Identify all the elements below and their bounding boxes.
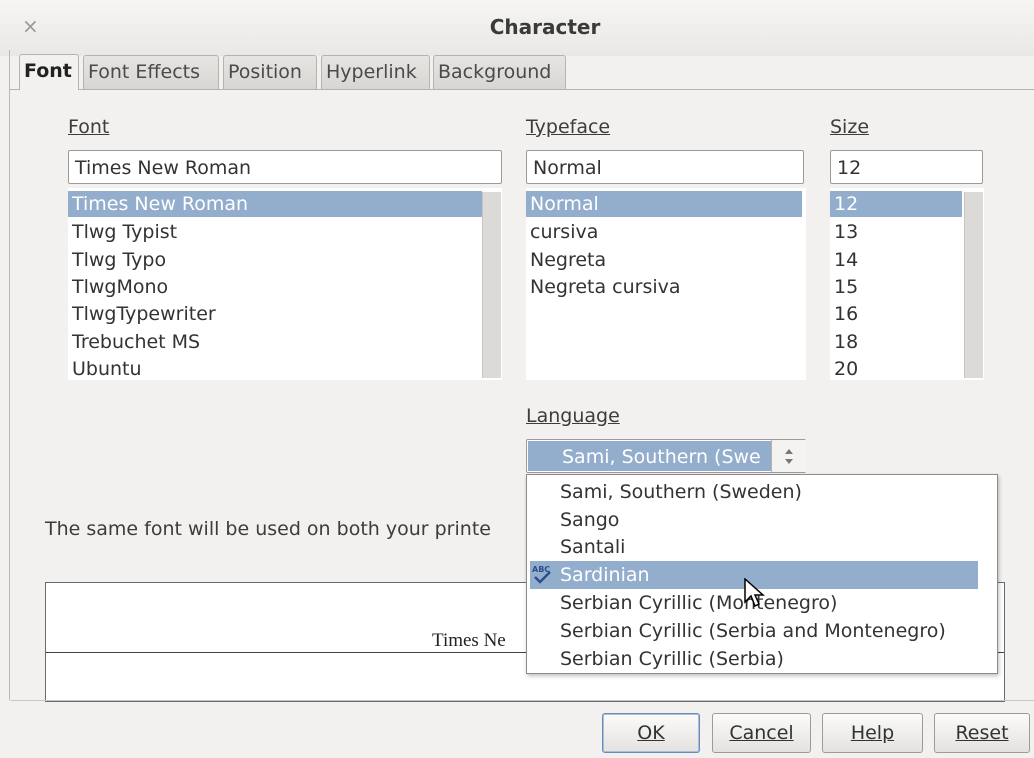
size-list[interactable]: 12 13 14 15 16 18 20 bbox=[830, 188, 984, 380]
language-option-selected[interactable]: Sardinian bbox=[560, 562, 650, 588]
typeface-input[interactable]: Normal bbox=[526, 150, 804, 184]
font-list-item[interactable]: Times New Roman bbox=[68, 191, 482, 217]
size-list-item[interactable]: 15 bbox=[830, 274, 858, 300]
tab-hyperlink[interactable]: Hyperlink bbox=[321, 55, 430, 89]
spin-arrows-icon bbox=[785, 449, 793, 464]
dialog-border bbox=[9, 50, 10, 700]
tab-font[interactable]: Font bbox=[19, 54, 79, 90]
preview-text: Times Ne bbox=[432, 630, 506, 651]
typeface-list-item[interactable]: Negreta cursiva bbox=[526, 274, 681, 300]
tab-background[interactable]: Background bbox=[433, 55, 566, 89]
font-list-item[interactable]: TlwgTypewriter bbox=[68, 301, 216, 327]
language-option[interactable]: Santali bbox=[560, 534, 625, 560]
language-option[interactable]: Serbian Cyrillic (Serbia and Montenegro) bbox=[560, 618, 946, 644]
help-button[interactable]: Help bbox=[822, 713, 923, 753]
size-list-item[interactable]: 13 bbox=[830, 219, 858, 245]
cancel-button[interactable]: Cancel bbox=[712, 713, 811, 753]
svg-text:ABC: ABC bbox=[532, 565, 550, 574]
size-list-scrollbar[interactable] bbox=[964, 192, 983, 378]
font-list-item[interactable]: Trebuchet MS bbox=[68, 329, 200, 355]
language-option[interactable]: Sami, Southern (Sweden) bbox=[560, 479, 802, 505]
font-info-text: The same font will be used on both your … bbox=[45, 518, 491, 540]
font-list-item[interactable]: Ubuntu bbox=[68, 356, 142, 382]
size-list-item[interactable]: 12 bbox=[830, 191, 962, 217]
font-list-item[interactable]: Tlwg Typo bbox=[68, 247, 166, 273]
font-list-item[interactable]: Tlwg Typist bbox=[68, 219, 177, 245]
size-list-item[interactable]: 20 bbox=[830, 356, 858, 382]
font-label: Font bbox=[68, 116, 110, 138]
typeface-label: Typeface bbox=[526, 116, 611, 138]
language-option[interactable]: Sango bbox=[560, 507, 619, 533]
size-list-item[interactable]: 16 bbox=[830, 301, 858, 327]
font-list[interactable]: Times New Roman Tlwg Typist Tlwg Typo Tl… bbox=[68, 188, 502, 380]
spellcheck-icon: ABC bbox=[531, 563, 553, 585]
button-separator bbox=[10, 700, 1034, 701]
size-input[interactable]: 12 bbox=[830, 150, 983, 184]
typeface-list-item[interactable]: Normal bbox=[526, 191, 802, 217]
language-label: Language bbox=[526, 405, 620, 427]
typeface-list[interactable]: Normal cursiva Negreta Negreta cursiva bbox=[526, 188, 806, 380]
typeface-list-item[interactable]: cursiva bbox=[526, 219, 598, 245]
font-name-input[interactable]: Times New Roman bbox=[68, 150, 502, 184]
language-option[interactable]: Serbian Cyrillic (Serbia) bbox=[560, 646, 784, 672]
language-option[interactable]: Serbian Cyrillic (Montenegro) bbox=[560, 590, 837, 616]
tab-font-effects[interactable]: Font Effects bbox=[83, 55, 219, 89]
typeface-list-item[interactable]: Negreta bbox=[526, 247, 606, 273]
font-list-scrollbar[interactable] bbox=[482, 192, 501, 378]
tab-position[interactable]: Position bbox=[223, 55, 317, 89]
size-list-item[interactable]: 18 bbox=[830, 329, 858, 355]
mouse-cursor-icon bbox=[743, 577, 767, 610]
language-combobox-value[interactable]: Sami, Southern (Swe bbox=[562, 446, 770, 468]
font-list-item[interactable]: TlwgMono bbox=[68, 274, 168, 300]
size-label: Size bbox=[830, 116, 870, 138]
size-list-item[interactable]: 14 bbox=[830, 247, 858, 273]
language-spin-button[interactable] bbox=[771, 440, 806, 472]
window-title: Character bbox=[489, 15, 601, 39]
ok-button[interactable]: OK bbox=[602, 713, 700, 753]
tab-divider bbox=[10, 89, 1034, 90]
reset-button[interactable]: Reset bbox=[934, 713, 1030, 753]
